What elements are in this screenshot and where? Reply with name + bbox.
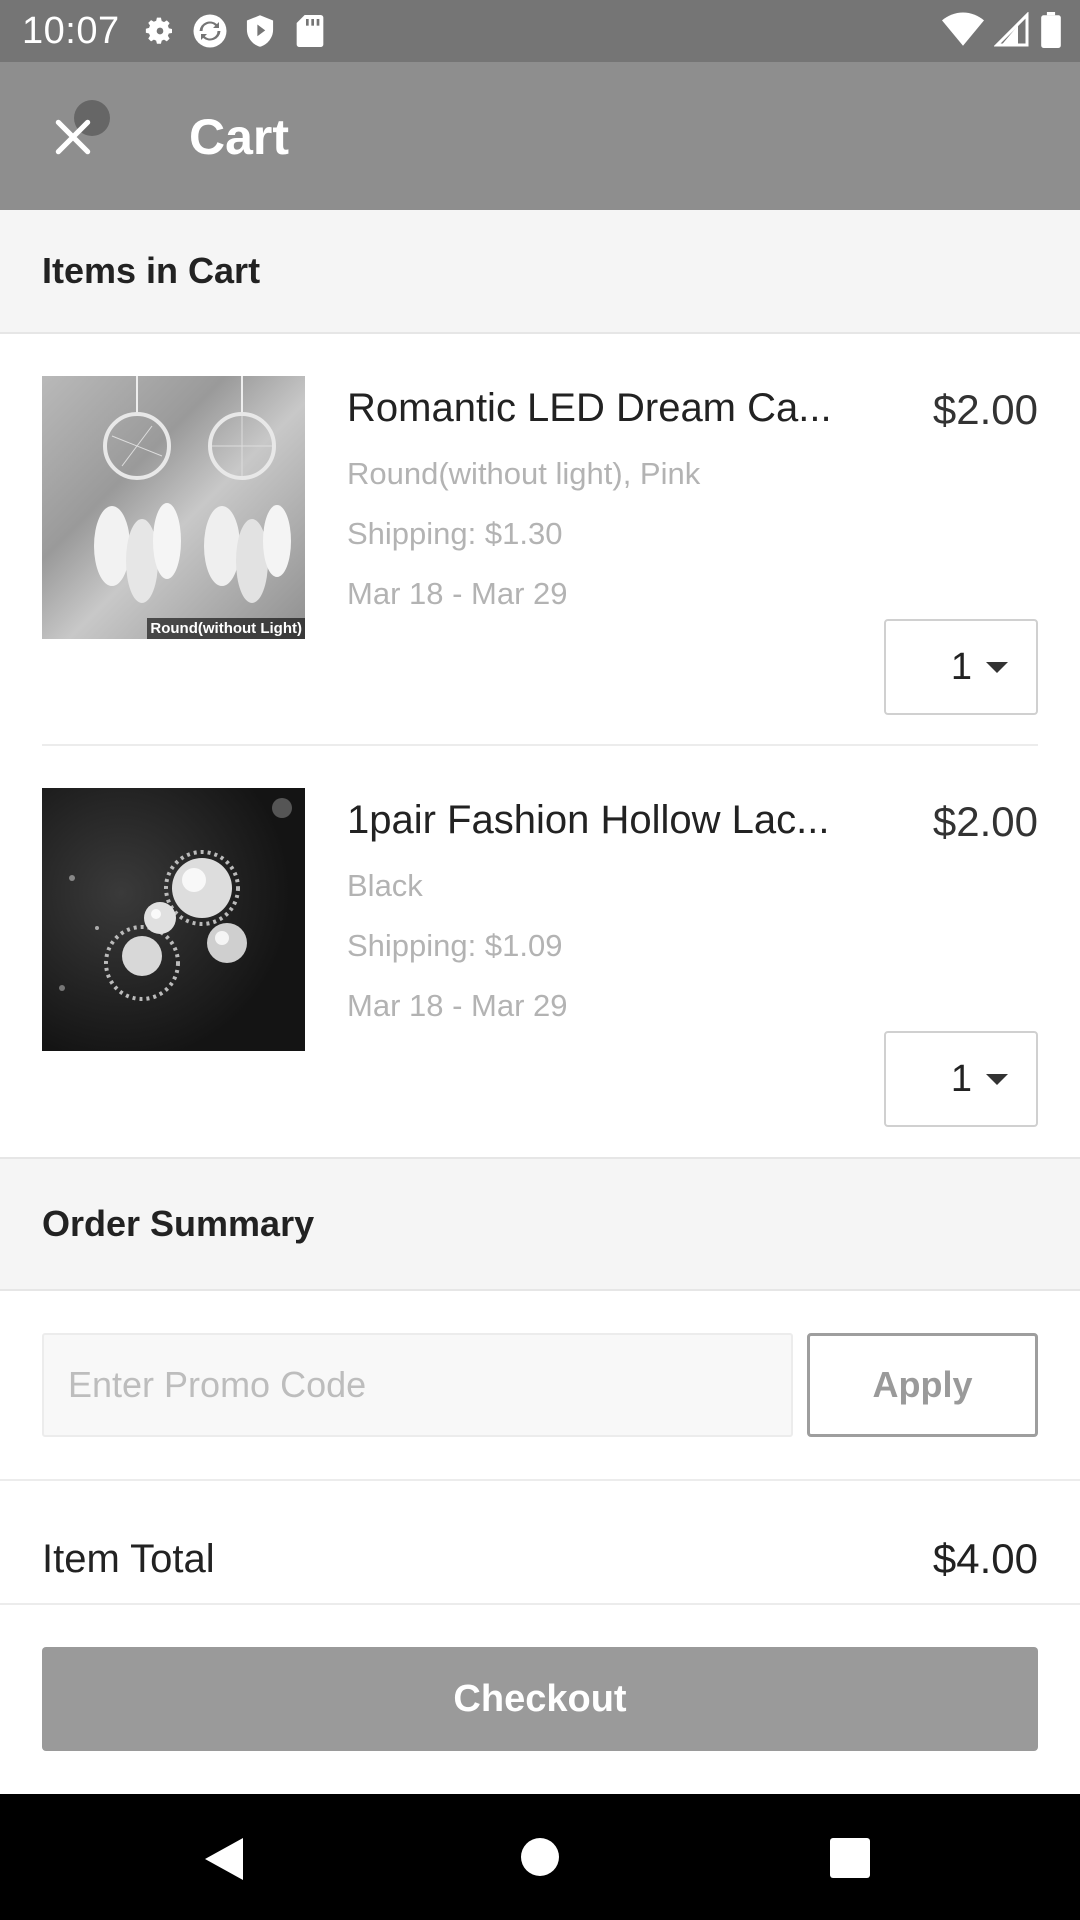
dreamcatcher-illustration bbox=[94, 376, 291, 603]
item-price: $2.00 bbox=[932, 798, 1038, 845]
back-icon[interactable] bbox=[203, 1836, 245, 1887]
item-shipping: Shipping: $1.09 bbox=[347, 928, 563, 963]
cart-item: Round(without Light) Romantic LED Dream … bbox=[0, 334, 1080, 746]
wifi-icon bbox=[942, 12, 984, 53]
promo-row: Apply bbox=[0, 1291, 1080, 1481]
close-button[interactable] bbox=[38, 104, 108, 174]
item-shipping: Shipping: $1.30 bbox=[347, 516, 563, 551]
signal-icon bbox=[993, 11, 1030, 53]
quantity-value: 1 bbox=[950, 1057, 972, 1100]
home-icon[interactable] bbox=[521, 1838, 559, 1876]
battery-icon bbox=[1040, 12, 1062, 53]
item-price: $2.00 bbox=[932, 386, 1038, 433]
status-icons-left bbox=[142, 13, 328, 49]
status-icons-right bbox=[942, 11, 1062, 53]
app-toolbar: Cart bbox=[0, 62, 1080, 210]
system-nav-bar bbox=[0, 1794, 1080, 1920]
status-time: 10:07 bbox=[22, 9, 120, 52]
item-total-value: $4.00 bbox=[932, 1535, 1038, 1582]
item-total-row: Item Total $4.00 bbox=[0, 1481, 1080, 1605]
item-variant: Black bbox=[347, 868, 423, 903]
checkout-button[interactable]: Checkout bbox=[42, 1647, 1038, 1751]
settings-gear-icon bbox=[142, 13, 178, 49]
item-delivery-dates: Mar 18 - Mar 29 bbox=[347, 988, 568, 1023]
close-icon bbox=[51, 115, 95, 164]
quantity-value: 1 bbox=[950, 645, 972, 688]
product-image-dreamcatcher[interactable]: Round(without Light) bbox=[42, 376, 305, 639]
sync-icon bbox=[192, 13, 228, 49]
order-summary-header: Order Summary bbox=[0, 1157, 1080, 1291]
item-total-label: Item Total bbox=[42, 1537, 215, 1581]
item-delivery-dates: Mar 18 - Mar 29 bbox=[347, 576, 568, 611]
image-caption: Round(without Light) bbox=[147, 618, 305, 639]
status-bar: 10:07 bbox=[0, 0, 1080, 62]
item-name[interactable]: Romantic LED Dream Ca... bbox=[347, 386, 857, 431]
promo-code-input[interactable] bbox=[42, 1333, 793, 1437]
earrings-illustration bbox=[59, 798, 292, 1001]
dropdown-arrow-icon bbox=[986, 661, 1008, 673]
product-image-earrings[interactable] bbox=[42, 788, 305, 1051]
recent-apps-icon[interactable] bbox=[830, 1838, 870, 1878]
page-title: Cart bbox=[189, 109, 290, 165]
item-variant: Round(without light), Pink bbox=[347, 456, 701, 491]
items-in-cart-header: Items in Cart bbox=[0, 210, 1080, 334]
cart-item: 1pair Fashion Hollow Lac... $2.00 Black … bbox=[0, 746, 1080, 1157]
item-name[interactable]: 1pair Fashion Hollow Lac... bbox=[347, 798, 857, 843]
shield-icon bbox=[242, 13, 278, 49]
quantity-dropdown[interactable]: 1 bbox=[884, 1031, 1038, 1127]
apply-button[interactable]: Apply bbox=[807, 1333, 1038, 1437]
sd-card-icon bbox=[292, 13, 328, 49]
dropdown-arrow-icon bbox=[986, 1073, 1008, 1085]
quantity-dropdown[interactable]: 1 bbox=[884, 619, 1038, 715]
